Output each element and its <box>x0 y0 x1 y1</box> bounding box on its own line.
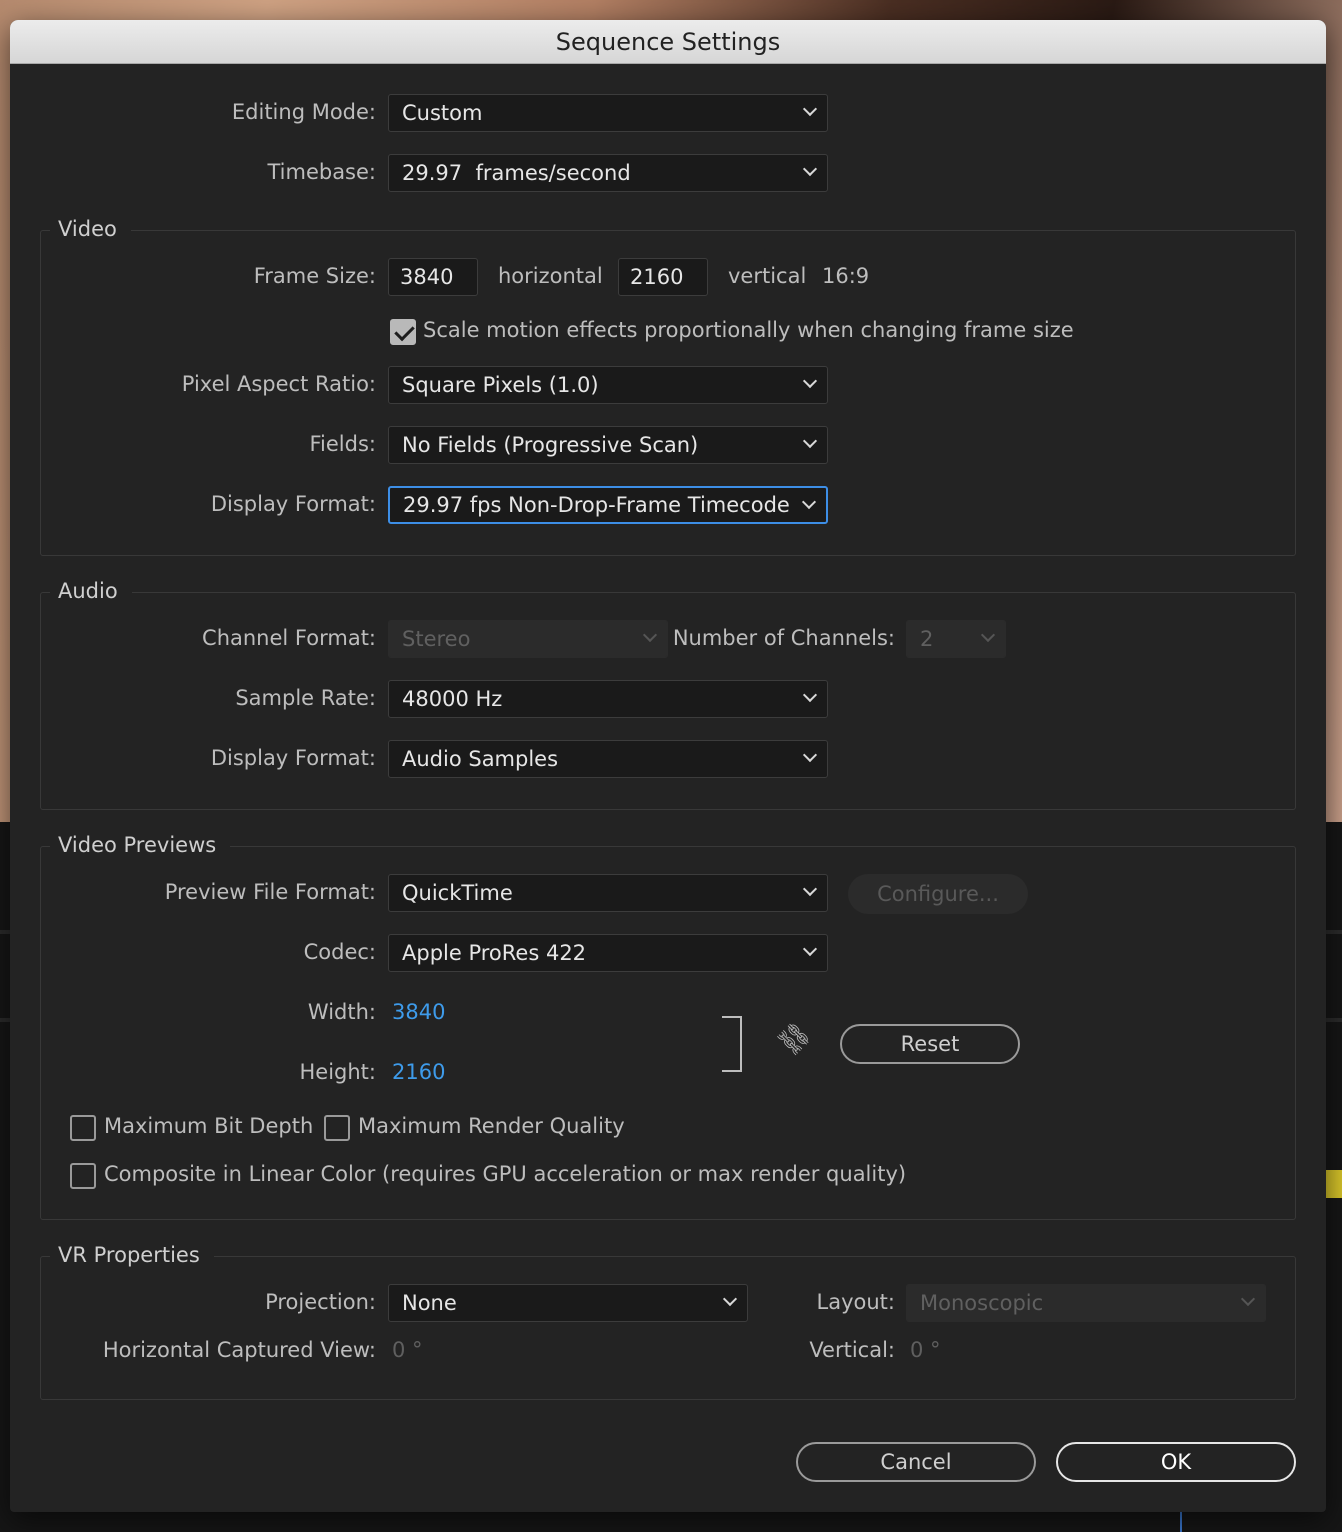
fields-value: No Fields (Progressive Scan) <box>402 433 699 457</box>
sequence-settings-dialog: Sequence Settings Editing Mode: Custom T… <box>10 20 1326 1512</box>
linear-color-checkbox[interactable] <box>70 1163 96 1189</box>
chevron-down-icon <box>802 101 818 117</box>
preview-width-label: Width: <box>307 1000 376 1024</box>
codec-value: Apple ProRes 422 <box>402 941 587 965</box>
chevron-down-icon <box>722 1291 738 1307</box>
chevron-down-icon <box>1240 1291 1256 1307</box>
video-display-format-label: Display Format: <box>210 492 376 516</box>
frame-height-input[interactable]: 2160 <box>618 258 708 296</box>
horizontal-captured-view-value: 0 ° <box>392 1338 423 1362</box>
vr-properties-group <box>40 1256 1296 1400</box>
pixel-aspect-ratio-value: Square Pixels (1.0) <box>402 373 599 397</box>
audio-display-format-value: Audio Samples <box>402 747 559 771</box>
ok-button[interactable]: OK <box>1056 1442 1296 1482</box>
aspect-ratio-readout: 16:9 <box>822 264 870 288</box>
sample-rate-value: 48000 Hz <box>402 687 503 711</box>
editing-mode-label: Editing Mode: <box>231 100 376 124</box>
fields-label: Fields: <box>309 432 377 456</box>
layout-select[interactable]: Monoscopic <box>906 1284 1266 1322</box>
reset-button[interactable]: Reset <box>840 1024 1020 1064</box>
sample-rate-label: Sample Rate: <box>235 686 376 710</box>
video-previews-group-title: Video Previews <box>50 833 231 857</box>
pixel-aspect-ratio-label: Pixel Aspect Ratio: <box>181 372 376 396</box>
number-of-channels-select[interactable]: 2 <box>906 620 1006 658</box>
horizontal-captured-view-label: Horizontal Captured View: <box>102 1338 376 1362</box>
cancel-button[interactable]: Cancel <box>796 1442 1036 1482</box>
video-group-title: Video <box>50 217 131 241</box>
configure-button[interactable]: Configure... <box>848 874 1028 914</box>
projection-select[interactable]: None <box>388 1284 748 1322</box>
preview-file-format-value: QuickTime <box>402 881 513 905</box>
number-of-channels-label: Number of Channels: <box>672 626 895 650</box>
vertical-label: vertical <box>728 264 807 288</box>
codec-label: Codec: <box>303 940 376 964</box>
max-bit-depth-checkbox[interactable] <box>70 1115 96 1141</box>
chevron-down-icon <box>980 627 996 643</box>
projection-value: None <box>402 1291 457 1315</box>
codec-select[interactable]: Apple ProRes 422 <box>388 934 828 972</box>
chevron-down-icon <box>801 494 817 510</box>
vertical-view-label: Vertical: <box>809 1338 895 1362</box>
linear-color-label: Composite in Linear Color (requires GPU … <box>104 1162 907 1186</box>
pixel-aspect-ratio-select[interactable]: Square Pixels (1.0) <box>388 366 828 404</box>
vertical-view-value: 0 ° <box>910 1338 941 1362</box>
chevron-down-icon <box>642 627 658 643</box>
dimension-link-bracket <box>722 1016 742 1072</box>
preview-height-label: Height: <box>299 1060 377 1084</box>
sample-rate-select[interactable]: 48000 Hz <box>388 680 828 718</box>
audio-display-format-select[interactable]: Audio Samples <box>388 740 828 778</box>
number-of-channels-value: 2 <box>920 627 934 651</box>
editing-mode-select[interactable]: Custom <box>388 94 828 132</box>
scale-motion-label: Scale motion effects proportionally when… <box>423 318 1074 342</box>
layout-value: Monoscopic <box>920 1291 1044 1315</box>
vr-properties-group-title: VR Properties <box>50 1243 214 1267</box>
audio-group-title: Audio <box>50 579 132 603</box>
channel-format-label: Channel Format: <box>202 626 376 650</box>
chevron-down-icon <box>802 747 818 763</box>
audio-display-format-label: Display Format: <box>210 746 376 770</box>
horizontal-label: horizontal <box>498 264 603 288</box>
preview-height-value[interactable]: 2160 <box>392 1060 445 1084</box>
video-display-format-value: 29.97 fps Non-Drop-Frame Timecode <box>403 493 790 517</box>
fields-select[interactable]: No Fields (Progressive Scan) <box>388 426 828 464</box>
timebase-select[interactable]: 29.97 frames/second <box>388 154 828 192</box>
chevron-down-icon <box>802 373 818 389</box>
chevron-down-icon <box>802 161 818 177</box>
layout-label: Layout: <box>816 1290 895 1314</box>
background-clip-marker <box>1326 1170 1342 1198</box>
video-display-format-select[interactable]: 29.97 fps Non-Drop-Frame Timecode <box>388 486 828 524</box>
max-render-quality-label: Maximum Render Quality <box>358 1114 625 1138</box>
chevron-down-icon <box>802 687 818 703</box>
scale-motion-checkbox[interactable] <box>390 319 416 345</box>
frame-size-label: Frame Size: <box>253 264 376 288</box>
preview-file-format-label: Preview File Format: <box>164 880 376 904</box>
max-render-quality-checkbox[interactable] <box>324 1115 350 1141</box>
preview-width-value[interactable]: 3840 <box>392 1000 445 1024</box>
projection-label: Projection: <box>265 1290 376 1314</box>
max-bit-depth-label: Maximum Bit Depth <box>104 1114 314 1138</box>
channel-format-select[interactable]: Stereo <box>388 620 668 658</box>
chevron-down-icon <box>802 881 818 897</box>
editing-mode-value: Custom <box>402 101 483 125</box>
chevron-down-icon <box>802 941 818 957</box>
channel-format-value: Stereo <box>402 627 471 651</box>
preview-file-format-select[interactable]: QuickTime <box>388 874 828 912</box>
dialog-title: Sequence Settings <box>10 20 1326 64</box>
chevron-down-icon <box>802 433 818 449</box>
timebase-value: 29.97 frames/second <box>402 161 631 185</box>
timebase-label: Timebase: <box>267 160 376 184</box>
frame-width-input[interactable]: 3840 <box>388 258 478 296</box>
